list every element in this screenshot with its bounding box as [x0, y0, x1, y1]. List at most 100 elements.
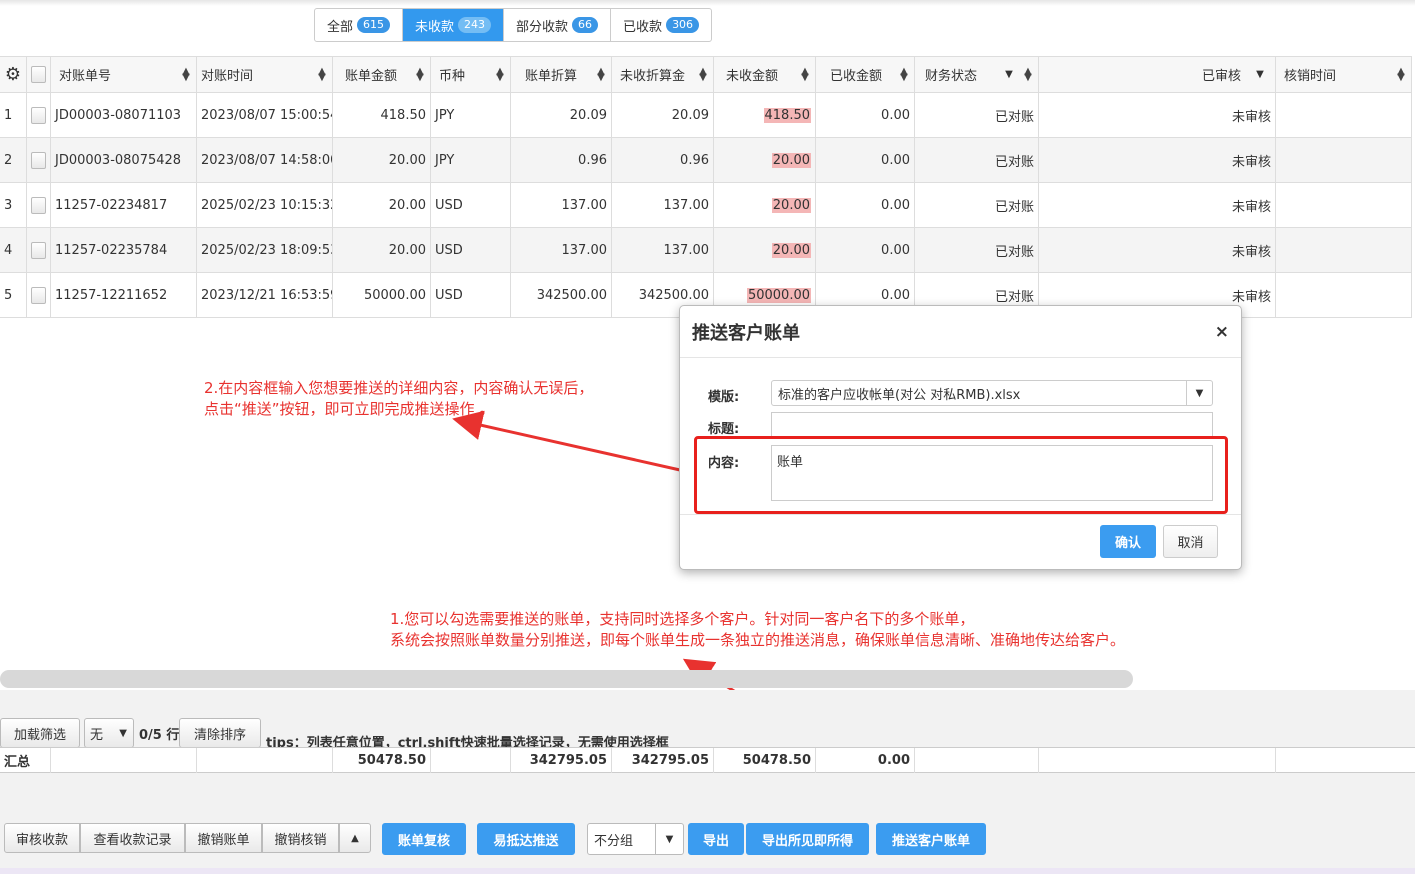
table-row[interactable]: 1 JD00003-08071103 2023/08/07 15:00:54 4…: [0, 93, 1415, 138]
cancel-button[interactable]: 取消: [1163, 525, 1218, 558]
tab-unpaid[interactable]: 未收款 243: [403, 9, 505, 41]
subject-input[interactable]: [771, 412, 1213, 438]
sort-icon[interactable]: ▲ ▼: [799, 66, 811, 82]
row-select-cell[interactable]: [27, 273, 51, 318]
col-received[interactable]: 已收金额 ▲ ▼: [816, 56, 915, 93]
push-customer-bill-button[interactable]: 推送客户账单: [876, 823, 986, 855]
tab-label: 未收款: [415, 19, 455, 35]
sort-icon[interactable]: ▲ ▼: [414, 66, 426, 82]
col-bill-no[interactable]: 对账单号 ▲ ▼: [51, 56, 197, 93]
push-button[interactable]: 易抵达推送: [477, 823, 575, 855]
unpaid-cell: 20.00: [714, 228, 816, 273]
converted-cell: 137.00: [511, 228, 612, 273]
audit-receipt-button[interactable]: 审核收款: [4, 823, 80, 853]
sort-icon[interactable]: ▲ ▼: [595, 66, 607, 82]
col-unpaid-converted[interactable]: 未收折算金 ▲ ▼: [612, 56, 714, 93]
received-cell: 0.00: [816, 228, 915, 273]
row-checkbox[interactable]: [31, 286, 46, 304]
summary-unpaid: 50478.50: [714, 748, 816, 773]
col-amount[interactable]: 账单金额 ▲ ▼: [333, 56, 431, 93]
col-currency[interactable]: 币种 ▲ ▼: [431, 56, 511, 93]
group-select[interactable]: 不分组 ▼: [587, 823, 684, 855]
column-label: 未收折算金: [620, 69, 686, 84]
sort-icon[interactable]: ▲ ▼: [898, 66, 910, 82]
bill-time-cell: 2023/12/21 16:53:59: [197, 273, 333, 318]
chevron-down-icon[interactable]: ▼: [1186, 381, 1212, 405]
unpaid-converted-cell: 0.96: [612, 138, 714, 183]
row-checkbox[interactable]: [31, 241, 46, 259]
tab-paid[interactable]: 已收款 306: [611, 9, 711, 41]
tab-partial[interactable]: 部分收款 66: [504, 9, 612, 41]
grid-header: ⚙ 对账单号 ▲ ▼ 对账时间 ▲ ▼ 账单金额 ▲ ▼ 币种 ▲ ▼ 账单折算 ▲ ▼ 未收折算金…: [0, 56, 1415, 93]
col-fin-status[interactable]: 财务状态 ▼ ▲ ▼: [915, 56, 1039, 93]
table-row[interactable]: 3 11257-02234817 2025/02/23 10:15:32 20.…: [0, 183, 1415, 228]
filter-dropdown-icon[interactable]: ▼: [1249, 69, 1271, 80]
col-unpaid[interactable]: 未收金额 ▲ ▼: [714, 56, 816, 93]
row-select-cell[interactable]: [27, 138, 51, 183]
row-checkbox[interactable]: [31, 151, 46, 169]
revoke-bill-button[interactable]: 撤销账单: [185, 823, 262, 853]
table-row[interactable]: 4 11257-02235784 2025/02/23 18:09:53 20.…: [0, 228, 1415, 273]
bill-recheck-button[interactable]: 账单复核: [382, 823, 466, 855]
col-bill-time[interactable]: 对账时间 ▲ ▼: [197, 56, 333, 93]
confirm-button[interactable]: 确认: [1100, 525, 1156, 558]
view-receipts-button[interactable]: 查看收款记录: [80, 823, 185, 853]
unpaid-value: 50000.00: [746, 287, 811, 303]
export-wysiwyg-button[interactable]: 导出所见即所得: [746, 823, 869, 855]
row-index: 5: [0, 273, 27, 318]
select-all-checkbox[interactable]: [31, 66, 46, 83]
dialog-footer-divider: [680, 514, 1241, 515]
dialog-title: 推送客户账单: [692, 322, 800, 344]
tab-label: 部分收款: [516, 19, 569, 35]
sort-icon[interactable]: ▲ ▼: [494, 66, 506, 82]
bill-grid: ⚙ 对账单号 ▲ ▼ 对账时间 ▲ ▼ 账单金额 ▲ ▼ 币种 ▲ ▼ 账单折算 ▲ ▼ 未收折算金…: [0, 56, 1415, 318]
close-icon[interactable]: ×: [1215, 322, 1229, 342]
bill-no-cell: JD00003-08075428: [51, 138, 197, 183]
currency-cell: USD: [431, 273, 511, 318]
load-filter-button[interactable]: 加载筛选: [0, 718, 80, 748]
summary-empty: [51, 748, 197, 773]
writeoff-time-cell: [1276, 273, 1412, 318]
column-label: 已收金额: [830, 69, 883, 84]
row-select-cell[interactable]: [27, 93, 51, 138]
annotation-step2: 2.在内容框输入您想要推送的详细内容，内容确认无误后， 点击“推送”按钮，即可立…: [204, 378, 593, 420]
col-writeoff-time[interactable]: 核销时间 ▲ ▼: [1276, 56, 1412, 93]
converted-cell: 20.09: [511, 93, 612, 138]
export-button[interactable]: 导出: [688, 823, 744, 855]
row-select-cell[interactable]: [27, 228, 51, 273]
column-settings[interactable]: ⚙: [0, 56, 27, 93]
summary-converted: 342795.05: [511, 748, 612, 773]
more-actions-button[interactable]: ▲: [339, 823, 371, 853]
fin-status-cell: 已对账: [915, 228, 1039, 273]
row-index: 3: [0, 183, 27, 228]
gear-icon: ⚙: [4, 64, 22, 85]
sort-icon[interactable]: ▲ ▼: [697, 66, 709, 82]
content-textarea[interactable]: 账单: [771, 445, 1213, 501]
amount-cell: 50000.00: [333, 273, 431, 318]
sort-icon[interactable]: ▲ ▼: [316, 66, 328, 82]
revoke-writeoff-button[interactable]: 撤销核销: [262, 823, 339, 853]
sort-icon[interactable]: ▲ ▼: [180, 66, 192, 82]
push-bill-dialog: 推送客户账单 × 模版: 标准的客户应收帐单(对公 对私RMB).xlsx ▼ …: [679, 305, 1242, 570]
tab-all[interactable]: 全部 615: [315, 9, 404, 41]
horizontal-scrollbar[interactable]: [0, 670, 1133, 688]
clear-sort-button[interactable]: 清除排序: [179, 718, 261, 748]
template-select[interactable]: 标准的客户应收帐单(对公 对私RMB).xlsx ▼: [771, 380, 1213, 406]
writeoff-time-cell: [1276, 183, 1412, 228]
column-label: 未收金额: [726, 69, 779, 84]
col-audit[interactable]: 已审核 ▼: [1039, 56, 1276, 93]
sort-icon[interactable]: ▲ ▼: [1395, 66, 1407, 82]
table-row[interactable]: 2 JD00003-08075428 2023/08/07 14:58:00 2…: [0, 138, 1415, 183]
received-cell: 0.00: [816, 93, 915, 138]
row-checkbox[interactable]: [31, 196, 46, 214]
bill-time-cell: 2025/02/23 18:09:53: [197, 228, 333, 273]
filter-select[interactable]: 无 ▼: [84, 718, 134, 748]
row-checkbox[interactable]: [31, 106, 46, 124]
col-converted[interactable]: 账单折算 ▲ ▼: [511, 56, 612, 93]
filter-dropdown-icon[interactable]: ▼: [998, 69, 1020, 80]
sort-icon[interactable]: ▲ ▼: [1022, 66, 1034, 82]
currency-cell: USD: [431, 183, 511, 228]
select-all-cell[interactable]: [27, 56, 51, 93]
subject-label: 标题:: [708, 422, 740, 437]
row-select-cell[interactable]: [27, 183, 51, 228]
